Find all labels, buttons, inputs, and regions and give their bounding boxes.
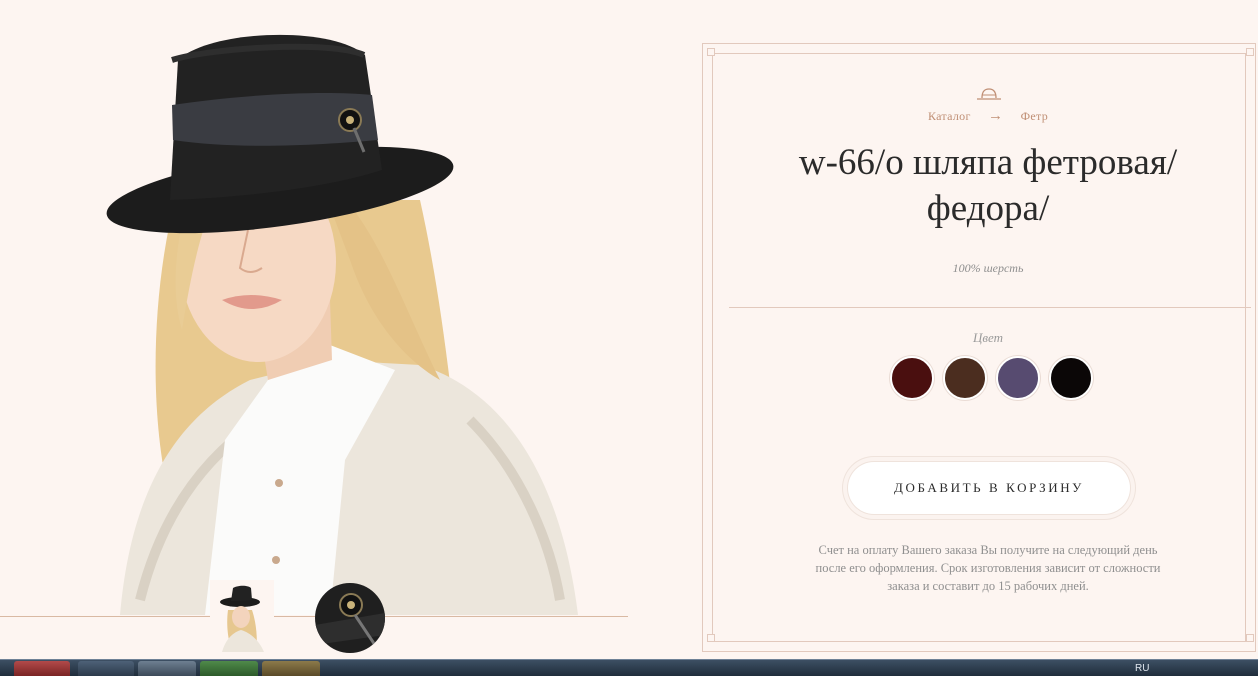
frame-corner-ornament xyxy=(707,48,715,56)
frame-corner-ornament xyxy=(707,634,715,642)
taskbar-folder-icon[interactable] xyxy=(262,661,320,676)
taskbar-app-icon[interactable] xyxy=(200,661,258,676)
color-swatch-burgundy[interactable] xyxy=(890,356,934,400)
color-swatch-purple[interactable] xyxy=(996,356,1040,400)
image-bottom-line xyxy=(0,616,628,617)
language-indicator[interactable]: RU xyxy=(1135,663,1149,674)
product-main-image xyxy=(0,0,640,660)
product-material: 100% шерсть xyxy=(952,261,1024,275)
gallery-thumb-model[interactable] xyxy=(210,580,274,652)
os-taskbar: RU xyxy=(0,659,1258,676)
breadcrumb-arrow-icon: → xyxy=(987,108,1004,124)
add-to-cart-button[interactable]: ДОБАВИТЬ В КОРЗИНУ xyxy=(848,462,1130,514)
color-swatch-list xyxy=(886,356,1096,400)
frame-corner-ornament xyxy=(1246,48,1254,56)
section-divider xyxy=(729,307,1251,308)
taskbar-chrome-icon[interactable] xyxy=(138,661,196,676)
color-swatch-brown[interactable] xyxy=(943,356,987,400)
breadcrumb: Каталог → Фетр xyxy=(712,108,1258,125)
model-in-hat-photo xyxy=(106,34,578,615)
gallery-thumb-hat-detail[interactable] xyxy=(315,583,385,653)
hat-icon xyxy=(977,88,1001,100)
color-label: Цвет xyxy=(972,330,1004,345)
frame-corner-ornament xyxy=(1246,634,1254,642)
order-info-note: Счет на оплату Вашего заказа Вы получите… xyxy=(815,543,1161,593)
start-button[interactable] xyxy=(14,661,70,676)
product-title: w-66/о шляпа фетровая/ федора/ xyxy=(798,142,1178,229)
color-swatch-black[interactable] xyxy=(1049,356,1093,400)
breadcrumb-category-link[interactable]: Фетр xyxy=(1021,109,1048,124)
breadcrumb-catalog-link[interactable]: Каталог xyxy=(928,109,971,124)
taskbar-ie-icon[interactable] xyxy=(78,661,134,676)
